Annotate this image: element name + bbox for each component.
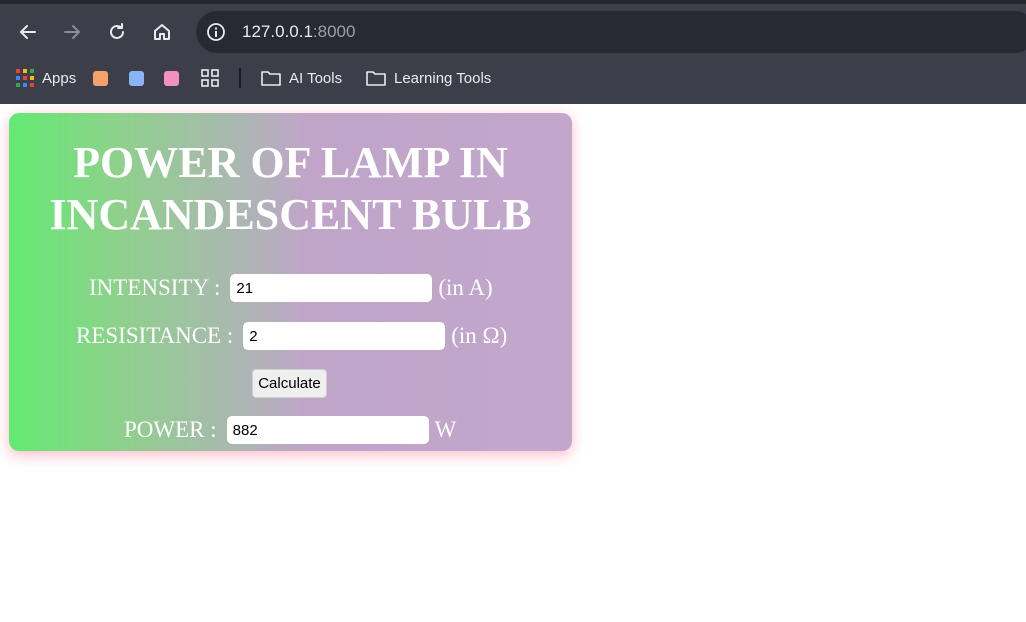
title-line-2: INCANDESCENT BULB [49,190,532,239]
bookmark-folder-ai-tools[interactable]: AI Tools [261,60,342,96]
bookmark-grid[interactable] [201,60,219,96]
folder-icon [366,71,386,86]
intensity-input[interactable] [230,274,433,302]
resistance-unit: (in Ω) [451,323,508,348]
tab-strip [0,0,1026,4]
bookmark-folder-learning-tools[interactable]: Learning Tools [366,60,491,96]
resistance-label: RESISITANCE : [76,323,234,348]
bookmarks-bar: Apps AI Tools Learning Tools [0,60,1026,96]
page-title: POWER OF LAMP IN INCANDESCENT BULB [9,137,572,241]
reload-icon[interactable] [103,18,131,46]
calculator-card: POWER OF LAMP IN INCANDESCENT BULB INTEN… [9,113,572,451]
apps-grid-icon [16,69,34,87]
folder-label: AI Tools [289,69,343,87]
intensity-row: INTENSITY : (in A) [89,274,493,302]
tab-groups-icon [201,69,219,87]
power-row: POWER : W [124,416,456,444]
site-info-icon[interactable] [206,22,226,42]
bookmark-blue[interactable] [129,60,144,96]
folder-label: Learning Tools [394,69,492,87]
address-bar[interactable]: 127.0.0.1:8000 [196,11,1026,53]
calculate-button[interactable]: Calculate [252,369,327,398]
resistance-row: RESISITANCE : (in Ω) [76,322,507,350]
resistance-input[interactable] [243,322,446,350]
url-text[interactable]: 127.0.0.1:8000 [242,22,355,42]
title-line-1: POWER OF LAMP IN [73,138,508,187]
home-icon[interactable] [148,18,176,46]
bookmark-apps[interactable]: Apps [16,60,76,96]
intensity-label: INTENSITY : [89,275,221,300]
back-icon[interactable] [14,18,42,46]
bookmark-apps-label: Apps [42,69,77,87]
power-output[interactable] [226,416,429,444]
pink-favicon-icon [164,70,179,86]
bookmark-pink[interactable] [164,60,179,96]
folder-icon [261,71,281,86]
url-host: 127.0.0.1 [242,22,313,41]
forward-icon[interactable] [58,18,86,46]
power-label: POWER : [124,417,217,442]
url-port: :8000 [312,22,356,41]
bookmark-orange[interactable] [93,60,108,96]
bookmarks-separator [239,68,241,88]
blue-favicon-icon [129,70,144,86]
power-unit: W [434,417,457,442]
browser-chrome: 127.0.0.1:8000 Apps AI Tools Learning To… [0,0,1026,104]
orange-favicon-icon [93,70,108,86]
intensity-unit: (in A) [438,275,493,300]
